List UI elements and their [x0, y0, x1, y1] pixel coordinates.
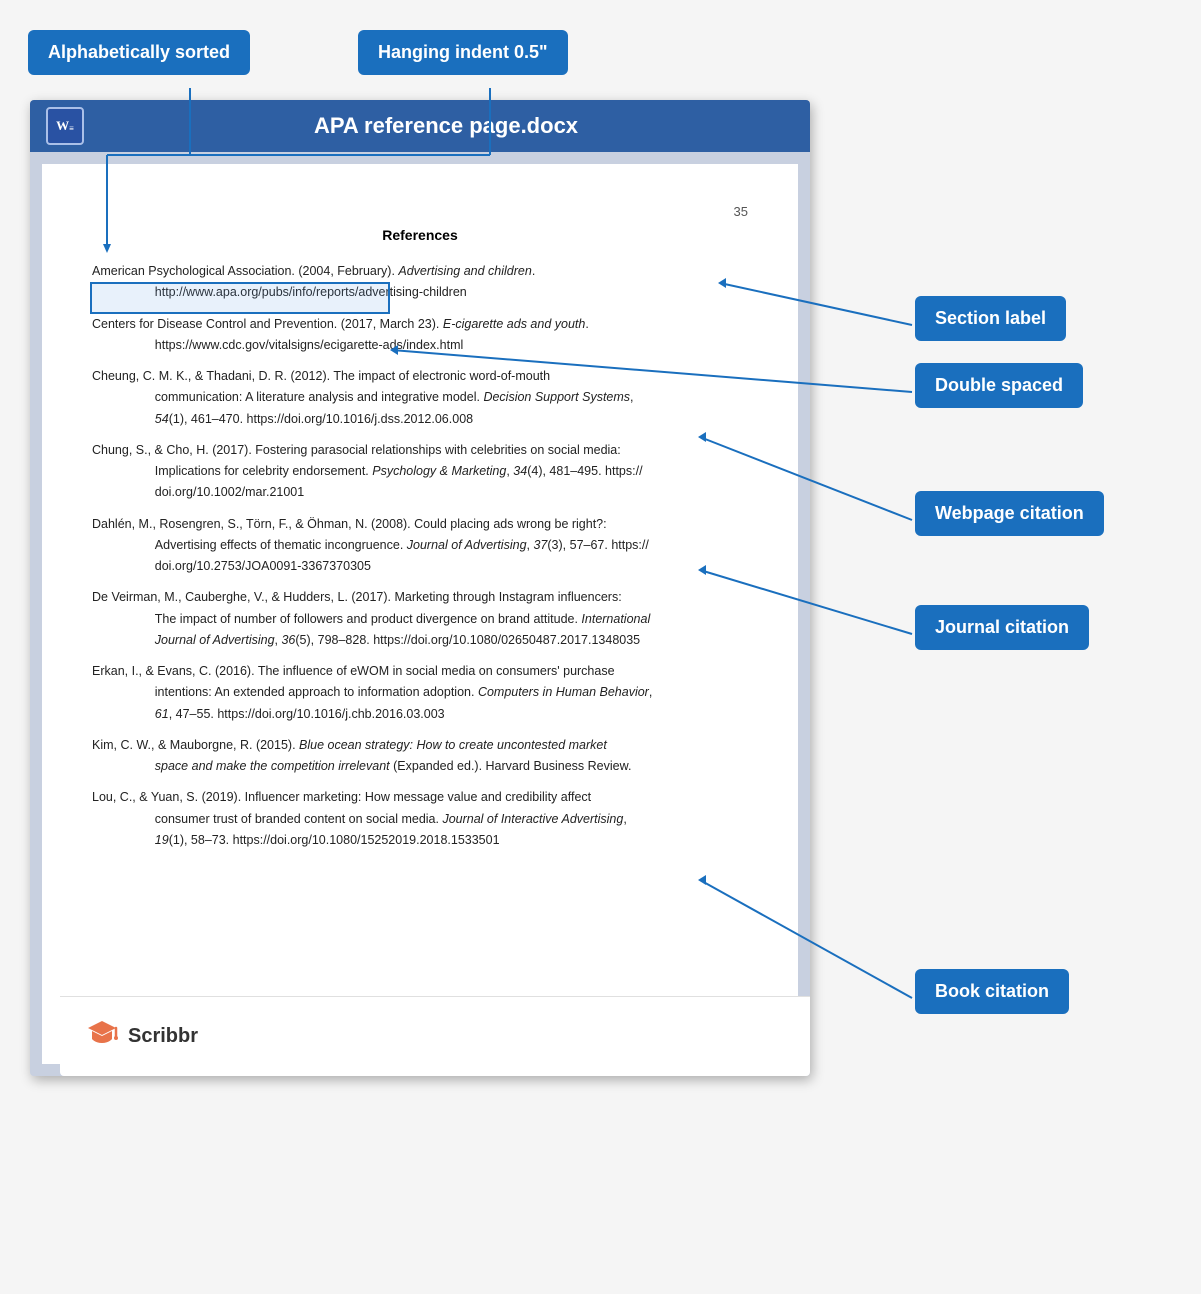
label-book-citation: Book citation — [915, 969, 1069, 1014]
label-double-spaced: Double spaced — [915, 363, 1083, 408]
word-content: 35 References American Psychological Ass… — [30, 152, 810, 1076]
scribbr-logo: Scribbr — [84, 1015, 198, 1058]
ref-entry-centers: Centers for Disease Control and Preventi… — [92, 314, 748, 357]
word-icon: W≡ — [46, 107, 84, 145]
word-page: 35 References American Psychological Ass… — [42, 164, 798, 1064]
word-titlebar: W≡ APA reference page.docx — [30, 100, 810, 152]
ref-entry-lou: Lou, C., & Yuan, S. (2019). Influencer m… — [92, 787, 748, 851]
page-number: 35 — [92, 204, 748, 219]
ref-entry-chung: Chung, S., & Cho, H. (2017). Fostering p… — [92, 440, 748, 504]
outer-container: Alphabetically sorted Hanging indent 0.5… — [0, 0, 1201, 1294]
label-webpage-citation: Webpage citation — [915, 491, 1104, 536]
ref-entry-kim: Kim, C. W., & Mauborgne, R. (2015). Blue… — [92, 735, 748, 778]
word-title: APA reference page.docx — [98, 113, 794, 139]
scribbr-footer: Scribbr — [60, 996, 810, 1076]
word-app: W≡ APA reference page.docx 35 References… — [30, 100, 810, 1076]
ref-entry-dahlen: Dahlén, M., Rosengren, S., Törn, F., & Ö… — [92, 514, 748, 578]
ref-entry-deveirman: De Veirman, M., Cauberghe, V., & Hudders… — [92, 587, 748, 651]
label-alphabetically-sorted: Alphabetically sorted — [28, 30, 250, 75]
label-hanging-indent: Hanging indent 0.5" — [358, 30, 568, 75]
scribbr-icon — [84, 1015, 120, 1058]
ref-entry-erkan: Erkan, I., & Evans, C. (2016). The influ… — [92, 661, 748, 725]
ref-entry-cheung: Cheung, C. M. K., & Thadani, D. R. (2012… — [92, 366, 748, 430]
label-section-label: Section label — [915, 296, 1066, 341]
label-journal-citation: Journal citation — [915, 605, 1089, 650]
references-heading: References — [92, 227, 748, 243]
ref-entry-american: American Psychological Association. (200… — [92, 261, 748, 304]
scribbr-name: Scribbr — [128, 1025, 198, 1048]
